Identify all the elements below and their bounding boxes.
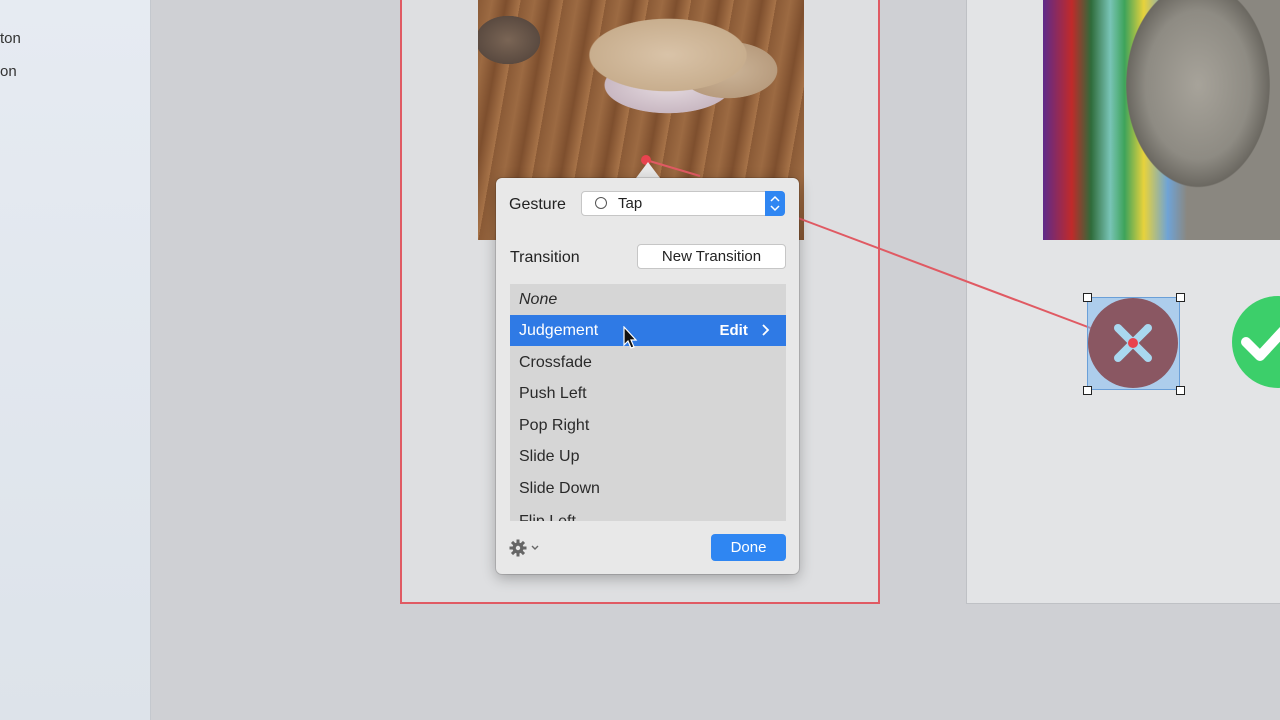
transition-item-none[interactable]: None [510, 284, 786, 315]
resize-handle-top-right[interactable] [1176, 293, 1185, 302]
new-transition-button[interactable]: New Transition [637, 244, 786, 269]
close-icon [1114, 324, 1152, 362]
transition-item-pop-right[interactable]: Pop Right [510, 410, 786, 441]
done-button[interactable]: Done [711, 534, 786, 561]
sidebar-item-1[interactable]: ton [0, 30, 21, 47]
transition-item-slide-up[interactable]: Slide Up [510, 441, 786, 472]
transition-item-crossfade[interactable]: Crossfade [510, 347, 786, 378]
stepper-icon[interactable] [765, 191, 785, 216]
transition-list[interactable]: None Judgement Edit Crossfade Push Left … [510, 284, 786, 521]
gesture-select[interactable]: Tap [581, 191, 785, 216]
gesture-value: Tap [618, 195, 643, 212]
popover-arrow [636, 162, 660, 178]
transition-item-label: Judgement [519, 322, 599, 339]
gear-menu-button[interactable] [509, 539, 543, 562]
sidebar-item-2[interactable]: on [0, 63, 17, 80]
accept-button[interactable] [1232, 296, 1280, 388]
transition-item-push-left[interactable]: Push Left [510, 378, 786, 409]
radio-icon [595, 197, 607, 209]
resize-handle-bottom-right[interactable] [1176, 386, 1185, 395]
transition-item-flip-left[interactable]: Flip Left [510, 506, 786, 521]
sidebar: ton on [0, 0, 151, 720]
edit-transition-link[interactable]: Edit [719, 315, 772, 346]
mouse-cursor-icon [623, 326, 638, 349]
transition-label: Transition [510, 249, 580, 266]
resize-handle-bottom-left[interactable] [1083, 386, 1092, 395]
transition-item-judgement[interactable]: Judgement Edit [510, 315, 786, 346]
resize-handle-top-left[interactable] [1083, 293, 1092, 302]
face-photo[interactable] [1043, 0, 1280, 240]
gesture-label: Gesture [509, 196, 566, 213]
transition-item-slide-down[interactable]: Slide Down [510, 473, 786, 504]
chevron-down-icon [531, 545, 539, 550]
chevron-right-icon [762, 324, 770, 336]
checkmark-icon [1241, 326, 1280, 361]
reject-button[interactable] [1088, 298, 1178, 388]
gear-icon [509, 539, 539, 557]
